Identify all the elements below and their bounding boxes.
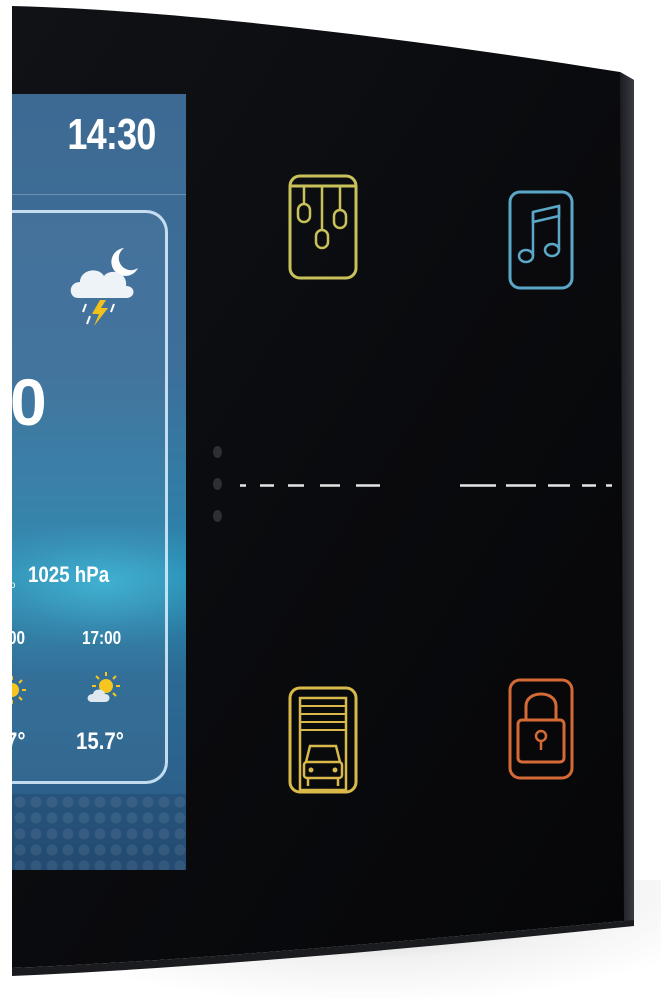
forecast-temp-1: 7° bbox=[12, 728, 26, 755]
music-note-icon bbox=[508, 190, 574, 290]
clock-time: 14:30 bbox=[67, 110, 157, 159]
button-divider bbox=[240, 484, 612, 487]
storm-cloud-moon-icon bbox=[70, 248, 138, 326]
garage-button[interactable] bbox=[286, 684, 362, 796]
lcd-screen[interactable]: 14:30 0 ₒ 1025 hPa 00 17:00 bbox=[12, 94, 186, 870]
forecast-time-1: 00 bbox=[12, 628, 26, 648]
forecast-temp-2: 15.7° bbox=[76, 728, 124, 755]
lights-button[interactable] bbox=[286, 172, 362, 282]
garage-car-icon bbox=[288, 686, 358, 794]
pressure-value: 1025 hPa bbox=[28, 562, 110, 587]
music-button[interactable] bbox=[506, 188, 576, 292]
header-divider bbox=[12, 194, 186, 195]
sun-cloud-icon bbox=[12, 676, 26, 704]
indicator-dot bbox=[213, 478, 222, 490]
screen-pattern bbox=[12, 794, 186, 870]
smart-home-panel-scene: 14:30 0 ₒ 1025 hPa 00 17:00 bbox=[0, 0, 661, 998]
page-indicator bbox=[213, 442, 223, 532]
sun-cloud-icon bbox=[87, 672, 120, 702]
chandelier-lights-icon bbox=[288, 174, 358, 280]
padlock-icon bbox=[508, 678, 574, 780]
indicator-dot bbox=[213, 510, 222, 522]
forecast-time-2: 17:00 bbox=[82, 628, 122, 648]
current-temperature: 0 bbox=[12, 365, 47, 439]
pressure-icon: ₒ bbox=[12, 574, 16, 590]
lock-button[interactable] bbox=[506, 676, 576, 782]
indicator-dot bbox=[213, 446, 222, 458]
